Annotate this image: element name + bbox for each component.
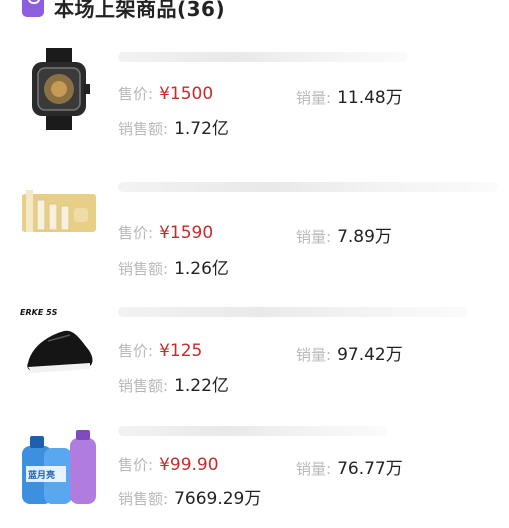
revenue-label: 销售额: [118, 260, 169, 278]
price-label: 售价: [118, 224, 154, 242]
product-price: ¥125 [159, 341, 203, 361]
product-sales: 7.89万 [337, 227, 392, 247]
product-card[interactable]: ERKE 5S 售价: ¥125 销量: 97.42万 销售额: 1.22亿 [0, 297, 509, 415]
watch-image [32, 48, 90, 130]
product-sales: 97.42万 [337, 345, 403, 365]
product-revenue: 7669.29万 [174, 489, 262, 509]
price-label: 售价: [118, 342, 154, 360]
product-price: ¥1500 [159, 84, 214, 104]
revenue-label: 销售额: [118, 490, 169, 508]
product-card[interactable]: 售价: ¥1500 销量: 11.48万 销售额: 1.72亿 [0, 40, 509, 158]
section-header: 本场上架商品(36) [22, 0, 225, 24]
sales-label: 销量: [296, 346, 332, 364]
skincare-set-image [22, 190, 96, 232]
price-label: 售价: [118, 85, 154, 103]
laundry-detergent-image: 蓝月亮 [22, 430, 96, 504]
price-label: 售价: [118, 456, 154, 474]
revenue-label: 销售额: [118, 120, 169, 138]
product-sales: 11.48万 [337, 88, 403, 108]
product-price: ¥1590 [159, 223, 214, 243]
product-card[interactable]: 售价: ¥1590 销量: 7.89万 销售额: 1.26亿 [0, 172, 509, 290]
sneaker-image: ERKE 5S [20, 308, 93, 373]
product-sales: 76.77万 [337, 459, 403, 479]
section-title: 本场上架商品(36) [54, 0, 226, 21]
product-card[interactable]: 蓝月亮 售价: ¥99.90 销量: 76.77万 销售额: 7669.29万 [0, 410, 509, 528]
brand-logo: ERKE 5S [20, 308, 58, 317]
product-name-placeholder [118, 426, 388, 436]
product-revenue: 1.26亿 [174, 259, 229, 279]
sales-label: 销量: [296, 89, 332, 107]
product-price: ¥99.90 [159, 455, 219, 475]
shopping-bag-icon [22, 0, 44, 17]
sales-label: 销量: [296, 228, 332, 246]
product-revenue: 1.22亿 [174, 376, 229, 396]
revenue-label: 销售额: [118, 377, 169, 395]
product-name-placeholder [118, 52, 408, 62]
sales-label: 销量: [296, 460, 332, 478]
product-name-placeholder [118, 307, 468, 317]
product-name-placeholder [118, 182, 498, 192]
product-revenue: 1.72亿 [174, 119, 229, 139]
brand-logo: 蓝月亮 [28, 469, 55, 481]
